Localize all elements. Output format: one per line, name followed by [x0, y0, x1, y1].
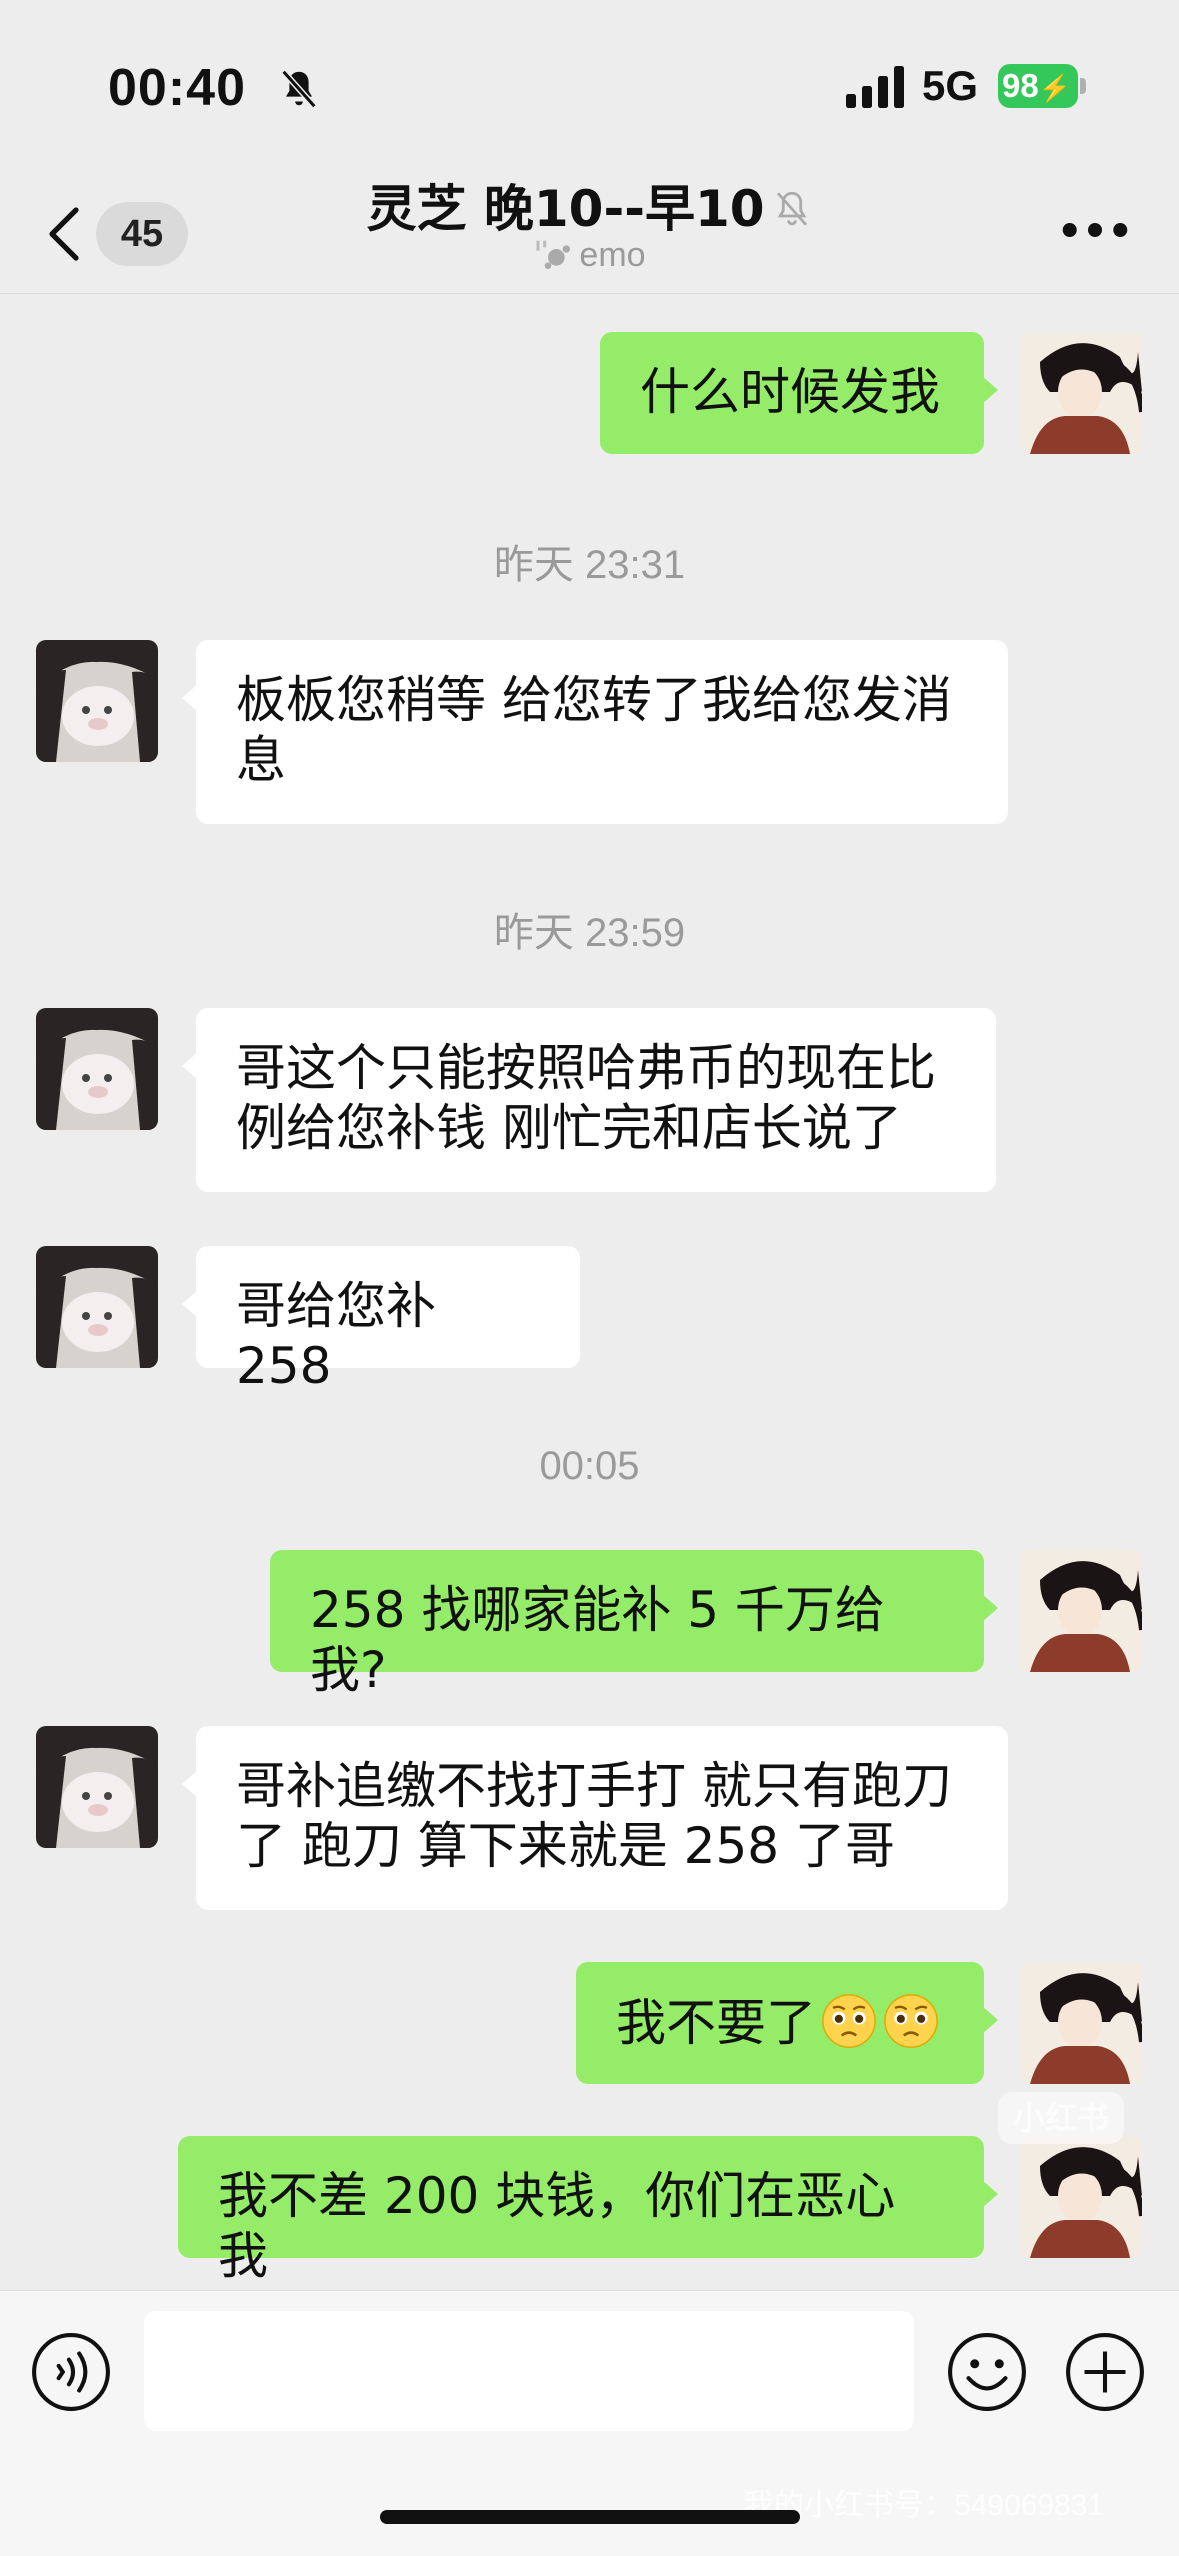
message-text-line: 了 跑刀 算下来就是 258 了哥: [236, 1817, 896, 1875]
message-text: 我不差 200 块钱，你们在恶心我: [218, 2167, 896, 2285]
my-avatar[interactable]: [1020, 332, 1142, 454]
timestamp-separator: 昨天 23:31: [493, 543, 686, 587]
bell-slash-icon: [281, 69, 317, 109]
status-emo-icon: [536, 240, 571, 269]
message-text-line: 哥补追缴不找打手打 就只有跑刀: [236, 1757, 952, 1815]
status-time: 00:40: [108, 59, 246, 117]
message-bubble-received[interactable]: 板板您稍等 给您转了我给您发消 息: [182, 640, 1008, 824]
plus-icon[interactable]: [1064, 2331, 1146, 2413]
pleading-face-emoji: [822, 1994, 876, 2048]
message-bubble-received[interactable]: 哥这个只能按照哈弗币的现在比 例给您补钱 刚忙完和店长说了: [182, 1008, 996, 1192]
chat-status-text: emo: [579, 236, 646, 274]
my-avatar[interactable]: [1020, 1550, 1142, 1672]
chat-title[interactable]: 灵芝 晚10--早10: [0, 174, 1179, 244]
message-text-line: 息: [236, 731, 286, 789]
message-bubble-sent[interactable]: 我不差 200 块钱，你们在恶心我: [178, 2136, 998, 2285]
voice-icon[interactable]: [30, 2331, 112, 2413]
message-text-line: 哥这个只能按照哈弗币的现在比: [236, 1039, 936, 1097]
signal-bars-icon: [846, 66, 904, 108]
message-bubble-received[interactable]: 哥给您补 258: [182, 1246, 580, 1395]
watermark-logo: 小红书: [998, 2092, 1124, 2144]
chat-title-text: 灵芝 晚10--早10: [366, 180, 765, 238]
contact-avatar[interactable]: [36, 1246, 158, 1368]
contact-avatar[interactable]: [36, 1726, 158, 1848]
pleading-face-emoji: [884, 1994, 938, 2048]
chat-status: emo: [0, 236, 1179, 275]
message-text-line: 板板您稍等 给您转了我给您发消: [236, 671, 952, 729]
timestamp-separator: 昨天 23:59: [493, 911, 686, 955]
message-text: 哥给您补 258: [236, 1277, 436, 1395]
bell-slash-icon: [776, 191, 807, 226]
message-bubble-sent[interactable]: 我不要了: [576, 1962, 998, 2084]
contact-avatar[interactable]: [36, 1008, 158, 1130]
message-bubble-received[interactable]: 哥补追缴不找打手打 就只有跑刀 了 跑刀 算下来就是 258 了哥: [182, 1726, 1008, 1910]
my-avatar[interactable]: [1020, 2136, 1142, 2258]
chat-header: 45 灵芝 晚10--早10 emo: [0, 170, 1179, 294]
status-bar: 00:40 5G 98⚡: [0, 0, 1179, 170]
message-bubble-sent[interactable]: 258 找哪家能补 5 千万给我?: [270, 1550, 998, 1699]
message-text: 258 找哪家能补 5 千万给我?: [310, 1581, 885, 1699]
message-text-line: 例给您补钱 刚忙完和店长说了: [236, 1099, 902, 1157]
timestamp-separator: 00:05: [539, 1444, 640, 1488]
message-bubble-sent[interactable]: 什么时候发我: [600, 332, 998, 454]
battery-charging-icon: 98⚡: [998, 64, 1088, 108]
contact-avatar[interactable]: [36, 640, 158, 762]
my-avatar[interactable]: [1020, 1962, 1142, 2084]
network-type: 5G: [922, 62, 979, 109]
home-indicator[interactable]: [380, 2510, 800, 2524]
more-dots-icon[interactable]: [1060, 210, 1130, 250]
emoji-smile-icon[interactable]: [946, 2331, 1028, 2413]
battery-level: 98⚡: [998, 64, 1078, 108]
message-input[interactable]: [144, 2311, 914, 2431]
message-text: 我不要了: [616, 1994, 816, 2052]
message-text: 什么时候发我: [640, 363, 940, 421]
